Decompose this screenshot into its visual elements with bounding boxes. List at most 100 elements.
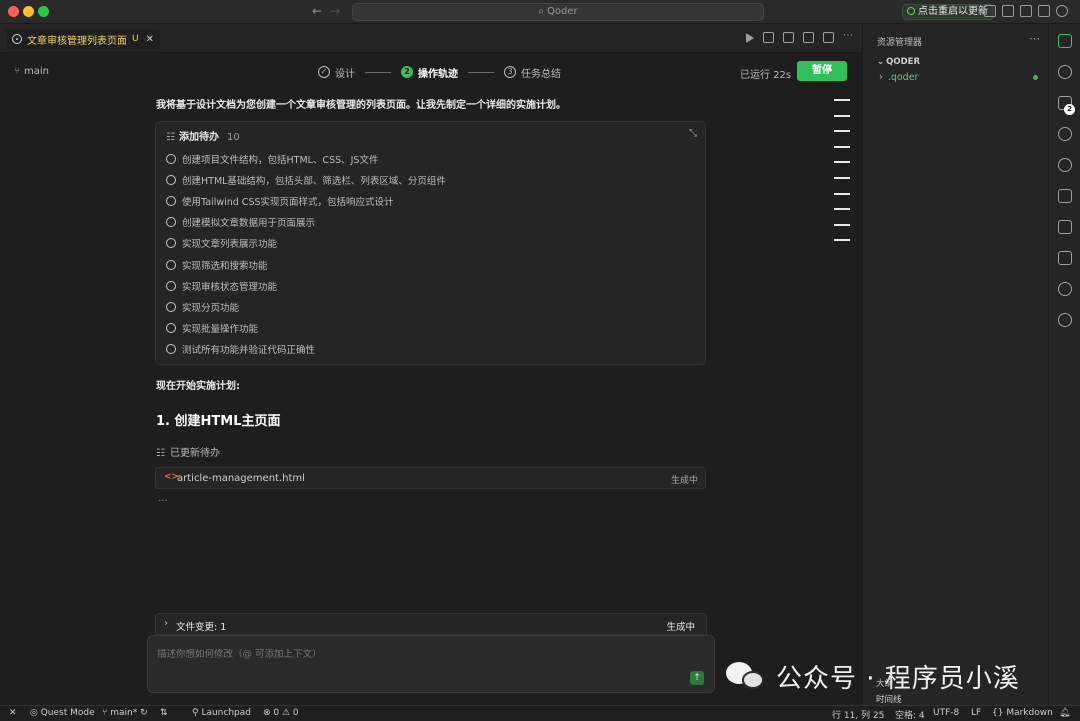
todo-item[interactable]: 创建HTML基础结构，包括头部、筛选栏、列表区域、分页组件 bbox=[166, 169, 446, 190]
back-arrow-icon[interactable]: ← bbox=[312, 4, 330, 18]
step-operation-trace[interactable]: 2 操作轨迹 bbox=[401, 65, 458, 80]
todo-item[interactable]: 实现分页功能 bbox=[166, 296, 446, 317]
todo-item[interactable]: 测试所有功能并验证代码正确性 bbox=[166, 339, 446, 360]
close-window-button[interactable] bbox=[8, 6, 19, 17]
pause-button[interactable]: 暂停 bbox=[797, 61, 847, 81]
minimap-marker bbox=[834, 192, 850, 195]
run-icon[interactable] bbox=[746, 33, 754, 43]
explorer-folder-item[interactable]: › .qoder bbox=[879, 72, 918, 83]
todo-circle-icon bbox=[166, 323, 176, 334]
branch-indicator[interactable]: ⑂ main bbox=[14, 66, 49, 77]
title-bar-actions bbox=[984, 5, 1068, 17]
git-branch-status[interactable]: ⑂ main* ↻ bbox=[102, 708, 148, 718]
explorer-files-icon[interactable] bbox=[1058, 34, 1072, 48]
run-debug-icon[interactable] bbox=[1058, 189, 1072, 203]
title-bar: ←→ ⌕ Qoder 点击重启以更新 bbox=[0, 0, 1080, 24]
toggle-panel-icon[interactable] bbox=[1020, 5, 1032, 17]
eol-setting[interactable]: LF bbox=[971, 708, 981, 718]
explorer-title: 资源管理器 bbox=[877, 38, 923, 48]
tab-close-icon[interactable]: ✕ bbox=[146, 34, 154, 45]
step-task-summary[interactable]: 3 任务总结 bbox=[504, 65, 561, 80]
todo-item[interactable]: 使用Tailwind CSS实现页面样式，包括响应式设计 bbox=[166, 190, 446, 211]
send-button[interactable]: ↑ bbox=[690, 671, 704, 685]
minimap-marker bbox=[834, 208, 850, 211]
compass-icon[interactable] bbox=[1058, 127, 1072, 141]
launchpad-button[interactable]: ⚲ Launchpad bbox=[192, 708, 251, 718]
sync-status-icon[interactable]: ⇅ bbox=[160, 708, 168, 718]
command-search-box[interactable]: ⌕ Qoder bbox=[352, 3, 764, 21]
extensions-icon[interactable] bbox=[1058, 251, 1072, 265]
update-label: 点击重启以更新 bbox=[918, 6, 988, 17]
minimap-marker bbox=[834, 176, 850, 179]
todo-item[interactable]: 实现批量操作功能 bbox=[166, 318, 446, 339]
search-icon[interactable] bbox=[1058, 65, 1072, 79]
todo-circle-icon bbox=[166, 195, 176, 206]
todo-item[interactable]: 实现审核状态管理功能 bbox=[166, 275, 446, 296]
layout-customize-icon[interactable] bbox=[984, 5, 996, 17]
todo-item[interactable]: 实现筛选和搜索功能 bbox=[166, 254, 446, 275]
quest-editor: ⑂ main ✓ 设计 2 操作轨迹 3 任务总结 已运行 22s 暂停 我将基于… bbox=[0, 53, 862, 705]
outline-label[interactable]: 大纲 bbox=[876, 676, 902, 692]
copy-icon[interactable] bbox=[783, 32, 794, 43]
todo-count: 10 bbox=[226, 132, 240, 143]
tab-quest-page[interactable]: 文章审核管理列表页面 U ✕ bbox=[6, 29, 160, 49]
more-actions-icon[interactable]: ⋯ bbox=[1029, 32, 1040, 45]
remote-explorer-icon[interactable] bbox=[1058, 220, 1072, 234]
docker-icon[interactable] bbox=[1058, 313, 1072, 327]
section-heading: 1. 创建HTML主页面 bbox=[156, 414, 281, 429]
quest-mode-indicator[interactable]: ◎ Quest Mode bbox=[30, 708, 95, 718]
step-label: 设计 bbox=[335, 68, 355, 80]
activity-bar bbox=[1048, 24, 1080, 705]
cursor-position[interactable]: 行 11, 列 25 bbox=[832, 708, 884, 721]
todo-text: 实现筛选和搜索功能 bbox=[182, 260, 268, 272]
more-actions-icon[interactable]: ⋯ bbox=[843, 31, 853, 43]
git-graph-icon[interactable] bbox=[1058, 282, 1072, 296]
minimize-window-button[interactable] bbox=[23, 6, 34, 17]
toggle-secondary-sidebar-icon[interactable] bbox=[1038, 5, 1050, 17]
open-preview-icon[interactable] bbox=[763, 32, 774, 43]
step-label: 操作轨迹 bbox=[418, 68, 458, 80]
todo-text: 创建项目文件结构，包括HTML、CSS、JS文件 bbox=[182, 154, 379, 166]
indentation-setting[interactable]: 空格: 4 bbox=[895, 708, 925, 721]
checklist-icon: ☷ bbox=[166, 132, 175, 143]
split-editor-icon[interactable] bbox=[823, 32, 834, 43]
remote-icon[interactable]: ✕ bbox=[9, 708, 17, 718]
problems-indicator[interactable]: ⊗ 0 ⚠ 0 bbox=[263, 708, 299, 718]
source-control-badge: 2 bbox=[1064, 104, 1075, 115]
todo-circle-icon bbox=[166, 344, 176, 355]
todo-item[interactable]: 创建项目文件结构，包括HTML、CSS、JS文件 bbox=[166, 148, 446, 169]
updated-todo-line[interactable]: ☷ 已更新待办 bbox=[156, 444, 220, 459]
todo-title: 添加待办 bbox=[178, 132, 219, 143]
toggle-sidebar-icon[interactable] bbox=[1002, 5, 1014, 17]
chat-input-box: ↑ bbox=[147, 635, 715, 693]
step-design[interactable]: ✓ 设计 bbox=[318, 65, 355, 80]
explorer-section-header[interactable]: ⌄ QODER bbox=[877, 57, 920, 67]
notifications-bell-icon[interactable]: 🔔︎ bbox=[1059, 708, 1070, 718]
encoding-setting[interactable]: UTF-8 bbox=[933, 708, 959, 718]
language-mode[interactable]: {} Markdown bbox=[992, 708, 1053, 718]
chevron-right-icon: › bbox=[879, 72, 883, 83]
collapse-icon[interactable]: ⤡ bbox=[689, 128, 697, 139]
restart-update-button[interactable]: 点击重启以更新 bbox=[902, 4, 994, 20]
maximize-window-button[interactable] bbox=[38, 6, 49, 17]
minimap-marker bbox=[834, 99, 850, 101]
quest-icon bbox=[12, 34, 22, 44]
refresh-icon[interactable] bbox=[803, 32, 814, 43]
chat-input[interactable] bbox=[157, 649, 677, 660]
file-changes-bar[interactable]: › 文件变更: 1 生成中 bbox=[155, 613, 707, 635]
account-icon[interactable] bbox=[1056, 5, 1068, 17]
forward-arrow-icon[interactable]: → bbox=[330, 4, 348, 18]
step-connector bbox=[468, 71, 494, 73]
file-status: 生成中 bbox=[670, 476, 698, 486]
branch-name: main bbox=[24, 66, 49, 77]
todo-item[interactable]: 实现文章列表展示功能 bbox=[166, 233, 446, 254]
wechat-logo-icon bbox=[726, 658, 766, 694]
chevron-down-icon: ⌄ bbox=[877, 57, 885, 67]
ai-agent-icon[interactable] bbox=[1058, 158, 1072, 172]
section-name: QODER bbox=[886, 57, 920, 67]
minimap[interactable] bbox=[834, 99, 850, 255]
generated-file-row[interactable]: <> article-management.html 生成中 bbox=[155, 467, 706, 489]
updated-todo-label: 已更新待办 bbox=[169, 448, 220, 459]
todo-circle-icon bbox=[166, 217, 176, 228]
todo-item[interactable]: 创建模拟文章数据用于页面展示 bbox=[166, 212, 446, 233]
